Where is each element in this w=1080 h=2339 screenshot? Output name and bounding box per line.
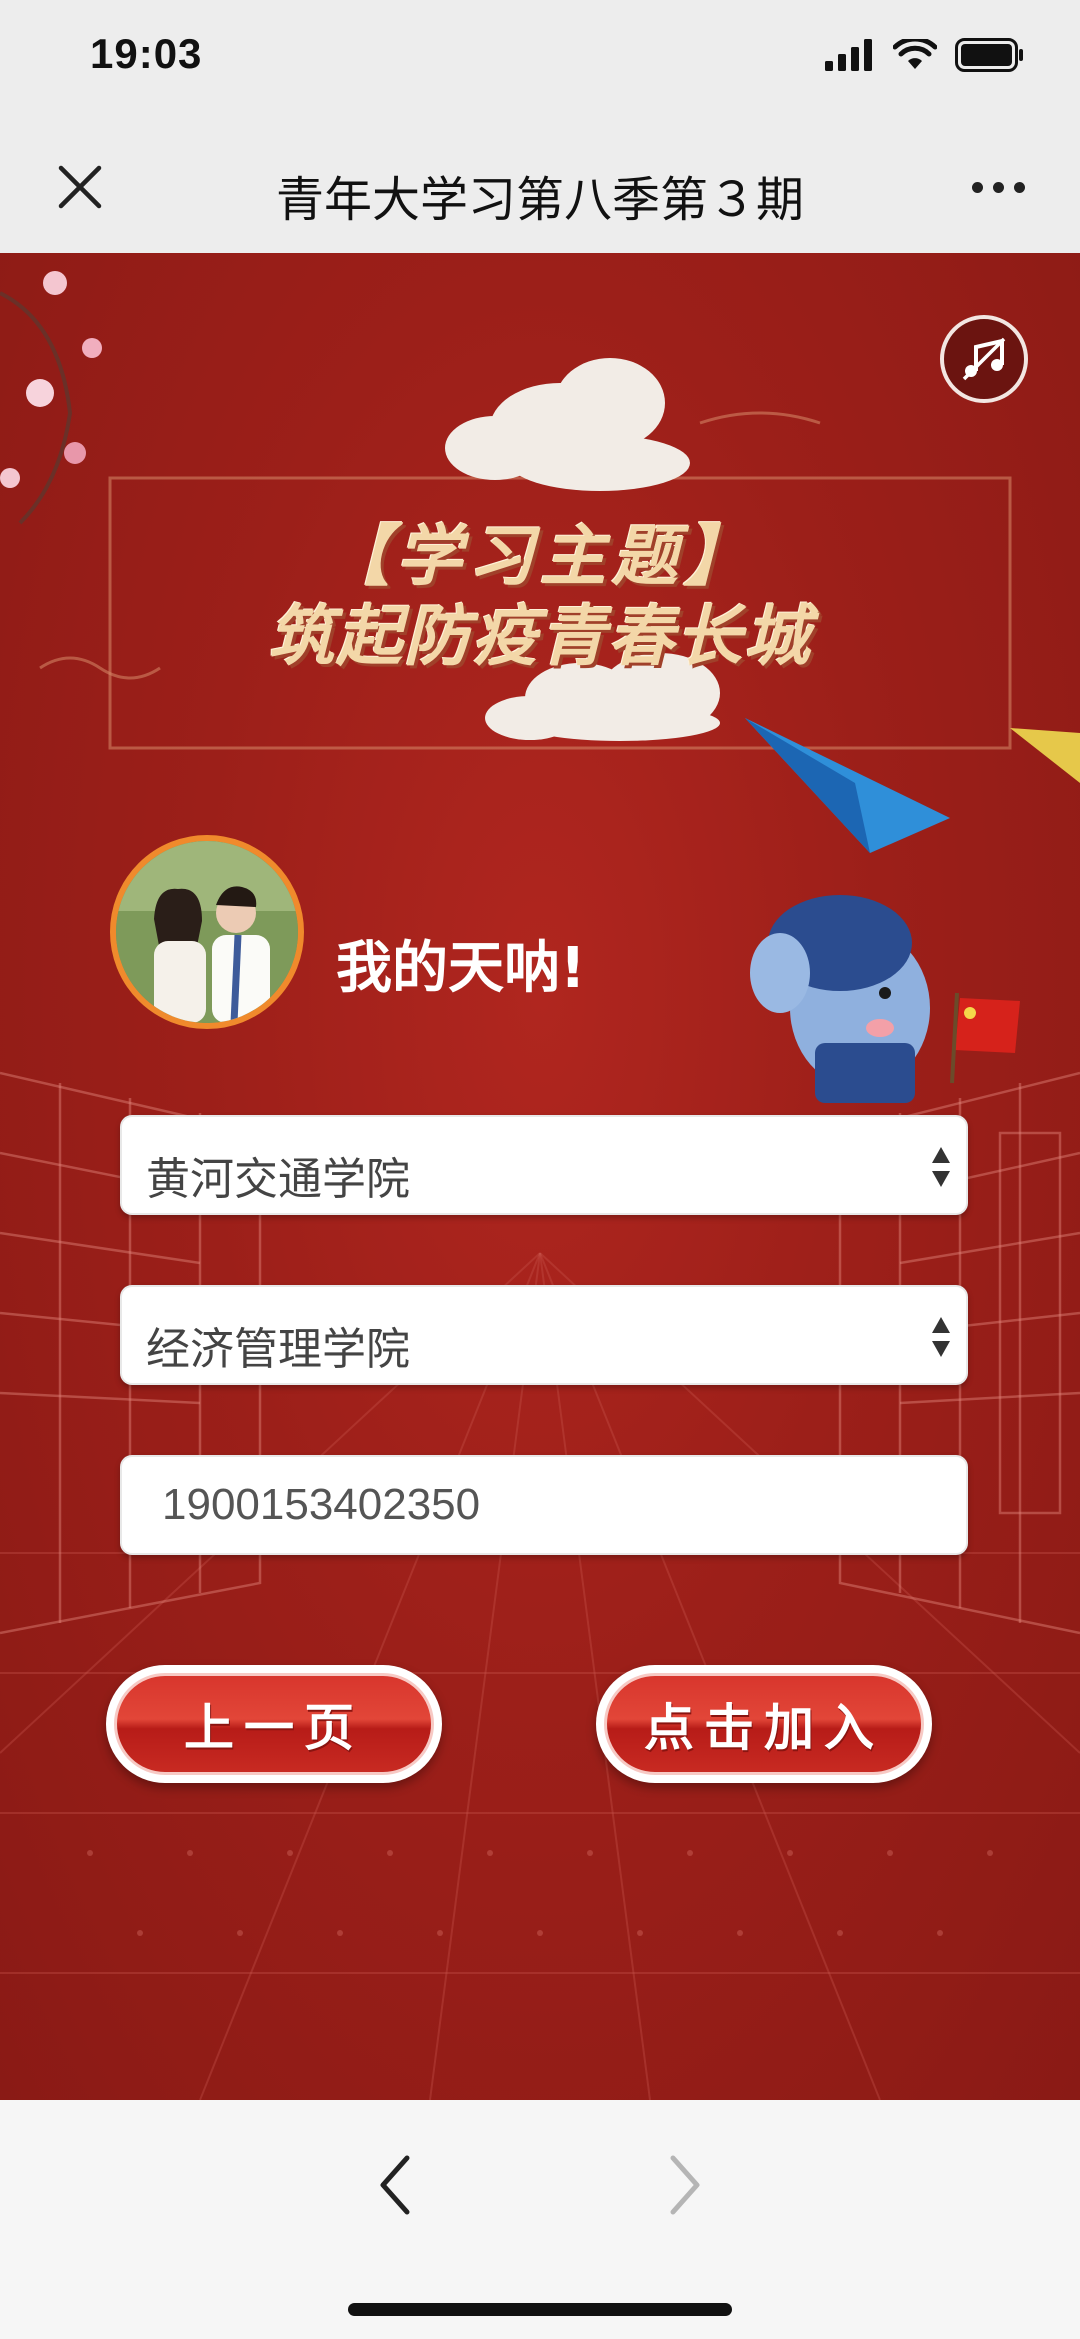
page-title: 青年大学习第八季第３期 [275,172,804,228]
battery-icon [955,38,1023,72]
status-time: 19:03 [90,30,203,77]
wifi-icon [893,39,937,69]
music-toggle-button[interactable] [940,315,1028,403]
id-input[interactable] [162,1475,922,1535]
back-arrow-icon[interactable] [375,2150,415,2220]
select-arrows-icon [932,1317,950,1357]
forward-arrow-icon[interactable] [665,2150,705,2220]
user-name: 我的天呐! [336,936,586,1001]
status-bar: 19:03 [0,0,1080,120]
status-icons [825,38,1025,72]
join-button[interactable]: 点击加入 [596,1665,932,1783]
nav-bar: 青年大学习第八季第３期 [0,120,1080,253]
more-icon[interactable] [972,182,1025,193]
prev-page-label: 上一页 [184,1699,364,1757]
home-indicator [348,2303,732,2316]
music-icon [962,337,1006,381]
college-select[interactable]: 经济管理学院 [120,1285,968,1385]
join-label: 点击加入 [644,1699,884,1757]
select-arrows-icon [932,1147,950,1187]
signal-icon [825,39,872,71]
college-select-value: 经济管理学院 [146,1324,410,1375]
school-select[interactable]: 黄河交通学院 [120,1115,968,1215]
avatar [110,835,304,1029]
school-select-value: 黄河交通学院 [146,1154,410,1205]
close-icon[interactable] [55,162,105,212]
theme-title: 筑起防疫青春长城 [268,597,812,675]
id-field[interactable] [120,1455,968,1555]
main-content: 【学习主题】 筑起防疫青春长城 我的天呐! 黄河交通学院 经济管理学院 上一页 … [0,253,1080,2100]
prev-page-button[interactable]: 上一页 [106,1665,442,1783]
